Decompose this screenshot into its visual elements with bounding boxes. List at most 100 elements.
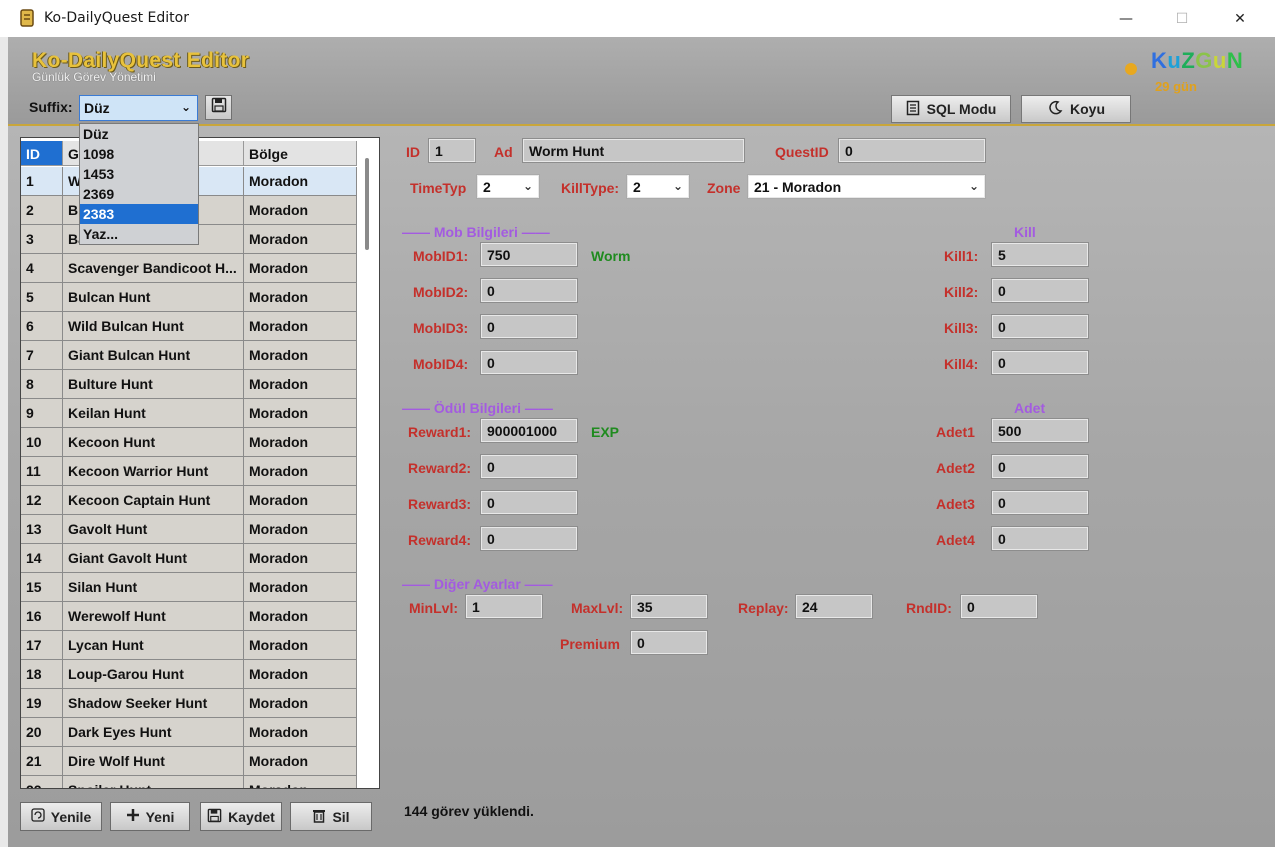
reward3-field[interactable]: 0 [480,490,578,515]
table-row[interactable]: 12 Kecoon Captain Hunt Moradon [21,486,361,515]
floppy-disk-icon [207,808,222,826]
killtype-value: 2 [633,179,641,195]
table-row[interactable]: 16 Werewolf Hunt Moradon [21,602,361,631]
brand-letter: u [1167,48,1182,73]
quest-name-cell: Wild Bulcan Hunt [63,312,244,341]
list-scrollbar[interactable] [365,158,369,250]
quest-id-cell: 10 [21,428,63,457]
quest-zone-cell: Moradon [244,428,357,457]
table-row[interactable]: 4 Scavenger Bandicoot H... Moradon [21,254,361,283]
quest-name-cell: Spoiler Hunt [63,776,244,788]
sql-mode-button[interactable]: SQL Modu [891,95,1011,123]
suffix-option[interactable]: 1453 [80,164,198,184]
save-button[interactable]: Kaydet [200,802,282,831]
table-row[interactable]: 18 Loup-Garou Hunt Moradon [21,660,361,689]
window-titlebar: Ko-DailyQuest Editor — ☐ ✕ [0,0,1275,37]
brand-letter: u [1212,48,1227,73]
quest-list-rows: 1Worm HuntMoradon2Blood Bat HuntMoradon3… [21,167,361,788]
quest-name-cell: Bulcan Hunt [63,283,244,312]
quest-id-cell: 4 [21,254,63,283]
minlvl-field[interactable]: 1 [465,594,543,619]
quest-id-cell: 14 [21,544,63,573]
save-suffix-button[interactable] [205,95,232,120]
premium-field[interactable]: 0 [630,630,708,655]
kill3-field[interactable]: 0 [991,314,1089,339]
reward-section-title: —— Ödül Bilgileri —— [402,400,553,416]
table-row[interactable]: 6 Wild Bulcan Hunt Moradon [21,312,361,341]
mobid3-field[interactable]: 0 [480,314,578,339]
brand-logo: KuZGuN [1151,48,1243,74]
quest-id-cell: 3 [21,225,63,254]
delete-button[interactable]: Sil [290,802,372,831]
kill4-field[interactable]: 0 [991,350,1089,375]
zone-select[interactable]: 21 - Moradon ⌄ [747,174,986,199]
table-row[interactable]: 22Spoiler HuntMoradon [21,776,361,788]
table-row[interactable]: 17 Lycan Hunt Moradon [21,631,361,660]
column-header-zone[interactable]: Bölge [244,141,357,166]
maxlvl-field[interactable]: 35 [630,594,708,619]
replay-field[interactable]: 24 [795,594,873,619]
table-row[interactable]: 7 Giant Bulcan Hunt Moradon [21,341,361,370]
zone-value: 21 - Moradon [754,179,842,195]
quest-zone-cell: Moradon [244,225,357,254]
table-row[interactable]: 19 Shadow Seeker Hunt Moradon [21,689,361,718]
name-field[interactable]: Worm Hunt [522,138,745,163]
mobid1-field[interactable]: 750 [480,242,578,267]
table-row[interactable]: 20 Dark Eyes Hunt Moradon [21,718,361,747]
adet4-label: Adet4 [936,532,975,548]
id-label: ID [406,144,420,160]
reward4-field[interactable]: 0 [480,526,578,551]
adet3-field[interactable]: 0 [991,490,1089,515]
adet2-field[interactable]: 0 [991,454,1089,479]
table-row[interactable]: 10 Kecoon Hunt Moradon [21,428,361,457]
table-row[interactable]: 14 Giant Gavolt Hunt Moradon [21,544,361,573]
kill2-field[interactable]: 0 [991,278,1089,303]
questid-label: QuestID [775,144,829,160]
adet4-field[interactable]: 0 [991,526,1089,551]
table-row[interactable]: 5 Bulcan Hunt Moradon [21,283,361,312]
quest-list[interactable]: ID Görev Bölge 1Worm HuntMoradon2Blood B… [20,137,380,789]
column-header-id[interactable]: ID [21,141,63,166]
timetyp-select[interactable]: 2 ⌄ [476,174,540,199]
dark-theme-button[interactable]: Koyu [1021,95,1131,123]
reward1-field[interactable]: 900001000 [480,418,578,443]
table-row[interactable]: 21 Dire Wolf Hunt Moradon [21,747,361,776]
maxlvl-label: MaxLvl: [571,600,624,616]
rndid-field[interactable]: 0 [960,594,1038,619]
table-row[interactable]: 13 Gavolt Hunt Moradon [21,515,361,544]
killtype-select[interactable]: 2 ⌄ [626,174,690,199]
suffix-option[interactable]: Düz [80,124,198,144]
new-button[interactable]: Yeni [110,802,190,831]
suffix-option[interactable]: 2369 [80,184,198,204]
suffix-option[interactable]: Yaz... [80,224,198,244]
close-button[interactable]: ✕ [1211,0,1269,37]
killtype-label: KillType: [561,180,620,196]
reward2-field[interactable]: 0 [480,454,578,479]
kill1-field[interactable]: 5 [991,242,1089,267]
refresh-button[interactable]: Yenile [20,802,102,831]
quest-zone-cell: Moradon [244,486,357,515]
suffix-option[interactable]: 2383 [80,204,198,224]
quest-zone-cell: Moradon [244,631,357,660]
table-row[interactable]: 11 Kecoon Warrior Hunt Moradon [21,457,361,486]
suffix-option[interactable]: 1098 [80,144,198,164]
brand-letter: Z [1181,48,1196,73]
maximize-button[interactable]: ☐ [1153,0,1211,37]
questid-field[interactable]: 0 [838,138,986,163]
table-row[interactable]: 8 Bulture Hunt Moradon [21,370,361,399]
id-field[interactable]: 1 [428,138,476,163]
reward4-label: Reward4: [408,532,472,548]
app-client-area: Ko-DailyQuest Editor Günlük Görev Yöneti… [8,37,1275,847]
quest-id-cell: 11 [21,457,63,486]
table-row[interactable]: 15 Silan Hunt Moradon [21,573,361,602]
quest-id-cell: 15 [21,573,63,602]
suffix-select[interactable]: Düz ⌄ [79,95,198,121]
days-remaining: 29 gün [1155,79,1197,94]
minimize-button[interactable]: — [1097,0,1155,37]
mobid2-field[interactable]: 0 [480,278,578,303]
adet1-field[interactable]: 500 [991,418,1089,443]
quest-zone-cell: Moradon [244,283,357,312]
adet-header: Adet [1014,400,1046,416]
table-row[interactable]: 9 Keilan Hunt Moradon [21,399,361,428]
mobid4-field[interactable]: 0 [480,350,578,375]
